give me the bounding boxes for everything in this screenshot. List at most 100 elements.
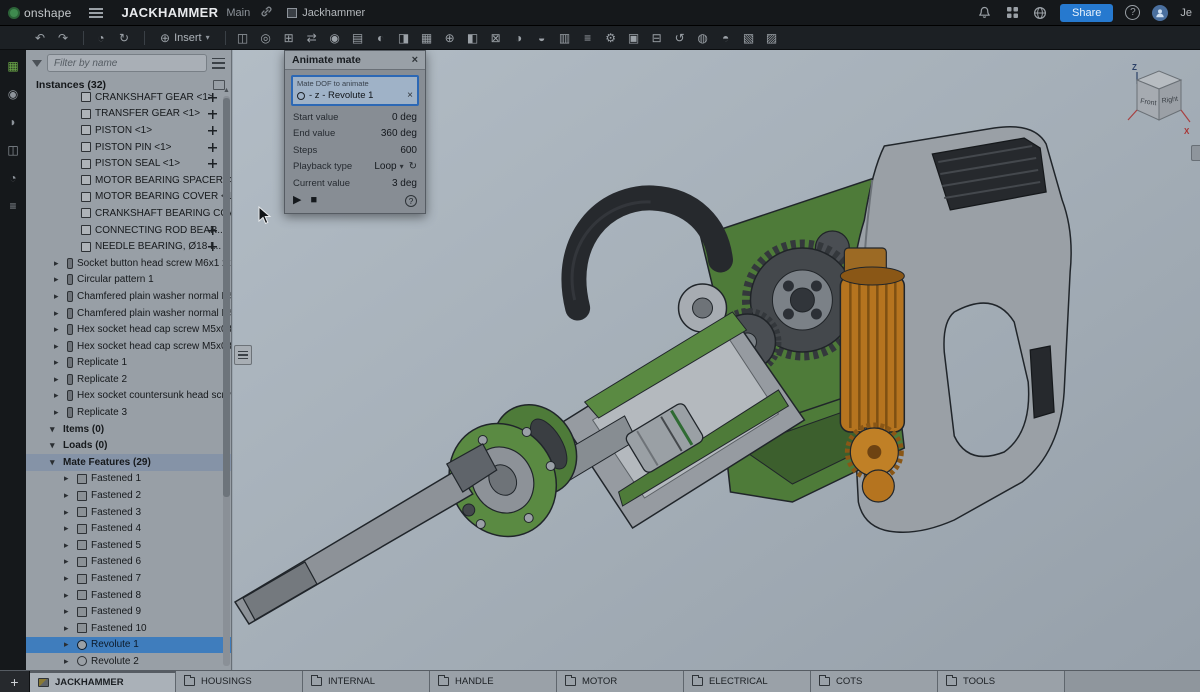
chevron-icon[interactable] <box>50 425 59 434</box>
instances-panel-icon[interactable]: ▦ <box>5 58 21 74</box>
tree-row[interactable]: Replicate 3 <box>26 404 231 421</box>
chevron-icon[interactable] <box>64 640 73 649</box>
field-value[interactable]: 0 deg <box>392 112 417 123</box>
reset-loop-icon[interactable]: ↻ <box>409 161 417 172</box>
share-link-icon[interactable] <box>260 5 273 21</box>
snapshot-icon[interactable]: ◉ <box>325 29 345 47</box>
close-icon[interactable]: × <box>412 55 418 66</box>
chevron-icon[interactable] <box>54 309 63 318</box>
update-icon[interactable]: ↻ <box>114 29 134 47</box>
display-states-icon[interactable]: ◒ <box>532 29 552 47</box>
explode-icon[interactable]: ⊕ <box>440 29 460 47</box>
sidebar-scrollbar[interactable] <box>223 96 230 666</box>
onshape-logo[interactable]: onshape <box>0 6 79 20</box>
view-cube[interactable]: Z Front Right X <box>1124 58 1194 142</box>
animate-icon[interactable]: ↺ <box>670 29 690 47</box>
mates-panel-icon[interactable]: ◉ <box>5 86 21 102</box>
tree-row[interactable]: Fastened 3 <box>26 504 231 521</box>
chevron-icon[interactable] <box>54 325 63 334</box>
tree-row[interactable]: Socket button head screw M6x1 x 14 <1> <box>26 255 231 272</box>
mate-dof-chip[interactable]: - z - Revolute 1 × <box>297 90 413 101</box>
tree-row[interactable]: NEEDLE BEARING, Ø18 I... <box>26 238 231 255</box>
chevron-icon[interactable] <box>54 391 63 400</box>
frame-icon[interactable]: ▣ <box>624 29 644 47</box>
named-views-icon[interactable]: ⊠ <box>486 29 506 47</box>
mass-properties-icon[interactable]: ⚙ <box>601 29 621 47</box>
help-button[interactable]: ? <box>1125 5 1140 20</box>
chevron-icon[interactable] <box>64 508 73 517</box>
chevron-icon[interactable] <box>54 292 63 301</box>
tree-row[interactable]: Mate Features (29) <box>26 454 231 471</box>
tree-row[interactable]: Revolute 1 <box>26 637 231 654</box>
version-label[interactable]: Main <box>226 7 250 19</box>
scrollbar-thumb[interactable] <box>223 98 230 497</box>
tab-electrical[interactable]: ELECTRICAL <box>684 671 811 692</box>
chevron-icon[interactable] <box>54 342 63 351</box>
tree-row[interactable]: Hex socket countersunk head screw M... <box>26 388 231 405</box>
model-chisel[interactable] <box>235 444 497 624</box>
main-menu-icon[interactable] <box>89 8 103 18</box>
remove-chip-icon[interactable]: × <box>407 91 413 101</box>
chevron-icon[interactable] <box>64 474 73 483</box>
share-button[interactable]: Share <box>1060 4 1113 22</box>
redo-icon[interactable]: ↷ <box>53 29 73 47</box>
insert-button[interactable]: ⊕ Insert ▾ <box>152 29 218 47</box>
filter-input[interactable] <box>47 54 207 72</box>
tab-internal[interactable]: INTERNAL <box>303 671 430 692</box>
weldment-icon[interactable]: ⊟ <box>647 29 667 47</box>
tree-row[interactable]: PISTON SEAL <1> <box>26 155 231 172</box>
chevron-icon[interactable] <box>64 557 73 566</box>
user-avatar[interactable] <box>1152 5 1168 21</box>
document-breadcrumb-tab[interactable]: Jackhammer <box>287 7 365 19</box>
tree-row[interactable]: Fastened 6 <box>26 554 231 571</box>
mate-connector-icon[interactable]: ◎ <box>256 29 276 47</box>
tree-row[interactable]: CRANKSHAFT BEARING COVER <1> <box>26 205 231 222</box>
tree-row[interactable]: PISTON PIN <1> <box>26 139 231 156</box>
chevron-icon[interactable] <box>64 591 73 600</box>
field-value[interactable]: 360 deg <box>381 128 417 139</box>
tree-row[interactable]: CONNECTING ROD BEAR... <box>26 222 231 239</box>
tree-row[interactable]: Fastened 4 <box>26 520 231 537</box>
chevron-icon[interactable] <box>64 657 73 666</box>
field-value[interactable]: 3 deg <box>392 178 417 189</box>
appearance-icon[interactable]: ◑ <box>509 29 529 47</box>
mirror-icon[interactable]: ◨ <box>394 29 414 47</box>
tab-jackhammer[interactable]: JACKHAMMER <box>30 671 176 692</box>
relation-icon[interactable]: ⇄ <box>302 29 322 47</box>
right-panel-handle[interactable] <box>1191 145 1200 161</box>
tree-row[interactable]: Fastened 9 <box>26 603 231 620</box>
group-icon[interactable]: ⊞ <box>279 29 299 47</box>
mate-icon[interactable]: ◫ <box>233 29 253 47</box>
chevron-down-icon[interactable]: ▾ <box>400 162 404 171</box>
field-value[interactable]: Loop <box>374 161 396 172</box>
tree-row[interactable]: Loads (0) <box>26 437 231 454</box>
replicate-icon[interactable]: ▦ <box>417 29 437 47</box>
circular-pattern-icon[interactable]: ◐ <box>371 29 391 47</box>
bom-panel-icon[interactable]: ≡ <box>5 198 21 214</box>
chevron-icon[interactable] <box>54 275 63 284</box>
chevron-icon[interactable] <box>64 541 73 550</box>
tree-row[interactable]: Hex socket head cap screw M5x0.80 x ... <box>26 321 231 338</box>
instances-flyout-button[interactable] <box>234 345 252 365</box>
model-motor[interactable] <box>840 248 904 502</box>
chevron-icon[interactable] <box>64 624 73 633</box>
notifications-bell-icon[interactable] <box>976 5 992 21</box>
tab-housings[interactable]: HOUSINGS <box>176 671 303 692</box>
section-view-icon[interactable]: ◧ <box>463 29 483 47</box>
tab-tools[interactable]: TOOLS <box>938 671 1065 692</box>
bom-icon[interactable]: ▥ <box>555 29 575 47</box>
chevron-icon[interactable] <box>64 574 73 583</box>
tree-row[interactable]: TRANSFER GEAR <1> <box>26 106 231 123</box>
chevron-icon[interactable] <box>54 259 63 268</box>
tree-row[interactable]: Fastened 1 <box>26 471 231 488</box>
versions-panel-icon[interactable]: ◔ <box>5 170 21 186</box>
tab-handle[interactable]: HANDLE <box>430 671 557 692</box>
chevron-icon[interactable] <box>64 524 73 533</box>
tree-row[interactable]: Fastened 7 <box>26 570 231 587</box>
tree-row[interactable]: Items (0) <box>26 421 231 438</box>
tree-row[interactable]: Fastened 2 <box>26 487 231 504</box>
configurations-panel-icon[interactable]: ◫ <box>5 142 21 158</box>
dialog-help-icon[interactable]: ? <box>405 195 417 207</box>
chevron-icon[interactable] <box>54 408 63 417</box>
play-button[interactable]: ▶ <box>293 195 301 206</box>
